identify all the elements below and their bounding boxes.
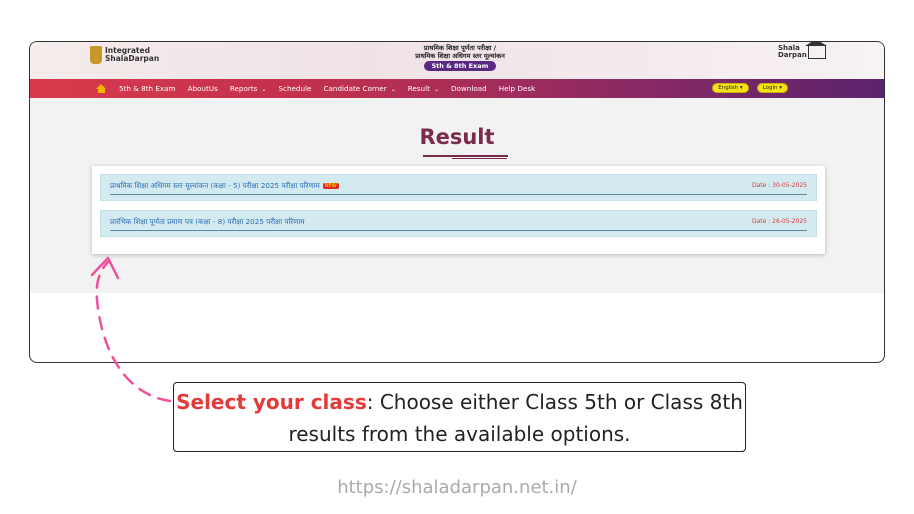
result-date-class5: Date : 30-05-2025 (751, 182, 807, 189)
logo-line2: ShalaDarpan (105, 54, 160, 63)
top-banner: Integrated ShalaDarpan प्राथमिक शिक्षा प… (30, 42, 884, 79)
header-center-title: प्राथमिक शिक्षा पूर्णता परीक्षा / प्राथम… (360, 44, 560, 71)
language-button[interactable]: English ▾ (712, 83, 749, 93)
result-date-class8: Date : 26-05-2025 (751, 218, 807, 225)
page-title: Result (419, 125, 495, 149)
instruction-callout: Select your class: Choose either Class 5… (173, 382, 746, 452)
result-link-class8[interactable]: प्रारंभिक शिक्षा पूर्णता प्रमाण पत्र (कक… (110, 217, 305, 227)
results-card: प्राथमिक शिक्षा अधिगम स्तर मूल्यांकन (कक… (92, 166, 825, 254)
emblem-icon (90, 46, 102, 64)
nav-item-download[interactable]: Download (445, 84, 493, 93)
callout-highlight: Select your class (176, 390, 367, 414)
nav-item-candidate-corner[interactable]: Candidate Corner ⌄ (317, 84, 401, 93)
chevron-down-icon: ⌄ (433, 86, 439, 93)
house-icon (805, 42, 827, 59)
main-navbar: 5th & 8th Exam AboutUs Reports ⌄ Schedule… (30, 79, 884, 98)
nav-item-help-desk[interactable]: Help Desk (493, 84, 542, 93)
result-row-class8[interactable]: प्रारंभिक शिक्षा पूर्णता प्रमाण पत्र (कक… (100, 210, 817, 237)
nav-item-result[interactable]: Result ⌄ (402, 84, 445, 93)
nav-item-result-label: Result (407, 84, 430, 93)
shaladarpan-logo-right[interactable]: Shala Darpan (778, 42, 827, 67)
new-badge: NEW (322, 183, 339, 189)
nav-item-schedule[interactable]: Schedule (272, 84, 317, 93)
nav-item-candidate-corner-label: Candidate Corner (323, 84, 387, 93)
chevron-down-icon: ⌄ (261, 86, 267, 93)
result-row-class5[interactable]: प्राथमिक शिक्षा अधिगम स्तर मूल्यांकन (कक… (100, 174, 817, 201)
nav-item-aboutus[interactable]: AboutUs (182, 84, 224, 93)
browser-screenshot-frame: Integrated ShalaDarpan प्राथमिक शिक्षा प… (29, 41, 885, 363)
header-title-line2: प्राथमिक शिक्षा अधिगम स्तर मूल्यांकन (415, 52, 505, 60)
header-title-line1: प्राथमिक शिक्षा पूर्णता परीक्षा / (423, 44, 497, 52)
row-divider (110, 230, 807, 231)
title-underline-accent (452, 158, 507, 159)
content-area: Result प्राथमिक शिक्षा अधिगम स्तर मूल्या… (30, 98, 884, 293)
row-divider (110, 194, 807, 195)
exam-pill-badge: 5th & 8th Exam (423, 61, 497, 71)
title-underline (423, 155, 508, 157)
nav-item-exam[interactable]: 5th & 8th Exam (113, 84, 182, 93)
nav-right-buttons: English ▾ Login ▾ (712, 83, 788, 93)
footer-url: https://shaladarpan.net.in/ (337, 477, 577, 498)
home-icon[interactable] (96, 84, 107, 93)
result-text-class5: प्राथमिक शिक्षा अधिगम स्तर मूल्यांकन (कक… (110, 181, 320, 190)
nav-item-reports-label: Reports (229, 84, 258, 93)
integrated-shaladarpan-logo[interactable]: Integrated ShalaDarpan (90, 46, 159, 64)
result-link-class5[interactable]: प्राथमिक शिक्षा अधिगम स्तर मूल्यांकन (कक… (110, 181, 339, 191)
chevron-down-icon: ⌄ (390, 86, 396, 93)
login-button[interactable]: Login ▾ (756, 83, 788, 93)
nav-item-reports[interactable]: Reports ⌄ (224, 84, 273, 93)
